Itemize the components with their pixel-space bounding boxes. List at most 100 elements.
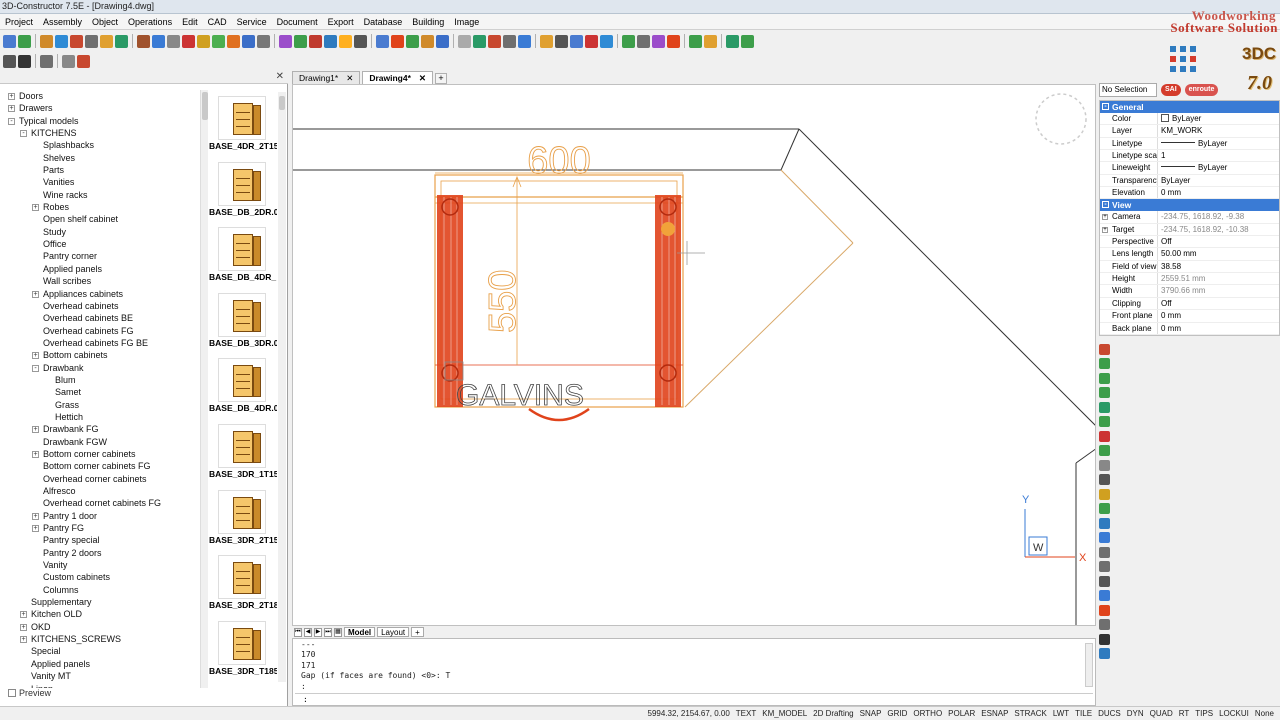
property-row[interactable]: Layer KM_WORK bbox=[1100, 125, 1279, 138]
tree-item[interactable]: - Drawbank bbox=[4, 362, 200, 374]
expand-icon[interactable]: + bbox=[20, 623, 27, 631]
layout-nav-button[interactable]: ⏮ bbox=[294, 627, 302, 637]
tool-button-icon[interactable] bbox=[540, 34, 553, 48]
property-row[interactable]: Color ByLayer bbox=[1100, 113, 1279, 126]
side-tool-icon[interactable] bbox=[1099, 517, 1110, 529]
preview-toggle[interactable]: Preview bbox=[8, 688, 51, 698]
command-input[interactable]: : bbox=[295, 693, 1093, 705]
side-tool-icon[interactable] bbox=[1099, 604, 1110, 616]
tool-button-icon[interactable] bbox=[242, 34, 255, 48]
side-tool-icon[interactable] bbox=[1099, 546, 1110, 558]
side-tool-icon[interactable] bbox=[1099, 619, 1110, 630]
status-toggle-rt[interactable]: RT bbox=[1179, 709, 1190, 718]
preview-checkbox[interactable] bbox=[8, 689, 16, 697]
status-toggle-lockui[interactable]: LOCKUI bbox=[1219, 709, 1249, 718]
viewcube-icon[interactable] bbox=[1035, 93, 1087, 145]
tree-item[interactable]: Applied panels bbox=[4, 658, 200, 670]
tool-button-icon[interactable] bbox=[488, 34, 501, 48]
tab-drawing4[interactable]: Drawing4* ✕ bbox=[362, 71, 434, 84]
tree-item[interactable]: - Typical models bbox=[4, 115, 200, 127]
tree-item[interactable]: + KITCHENS_SCREWS bbox=[4, 633, 200, 645]
expand-icon[interactable]: + bbox=[32, 204, 39, 212]
thumbnail-item[interactable]: BASE_3DR_T185 bbox=[208, 617, 278, 682]
tree-item[interactable]: Overhead cabinets FG bbox=[4, 325, 200, 337]
property-value[interactable]: ByLayer bbox=[1158, 113, 1279, 124]
expand-icon[interactable]: + bbox=[32, 512, 39, 520]
property-category[interactable]: - General bbox=[1100, 101, 1279, 113]
tool-button-icon[interactable] bbox=[622, 34, 635, 48]
menu-item-image[interactable]: Image bbox=[449, 17, 484, 27]
tool-button-icon[interactable] bbox=[406, 34, 419, 48]
tool-button-icon[interactable] bbox=[55, 34, 68, 48]
thumb-scroll-thumb[interactable] bbox=[279, 96, 285, 110]
tree-item[interactable]: Columns bbox=[4, 584, 200, 596]
property-row[interactable]: Height 2559.51 mm bbox=[1100, 273, 1279, 286]
property-row[interactable]: Clipping Off bbox=[1100, 297, 1279, 311]
property-value[interactable]: 38.58 bbox=[1158, 261, 1279, 272]
status-toggle-2d-drafting[interactable]: 2D Drafting bbox=[813, 709, 853, 718]
tool-button-icon[interactable] bbox=[600, 34, 613, 48]
tree-item[interactable]: Drawbank FGW bbox=[4, 436, 200, 448]
tool-button-icon[interactable] bbox=[689, 34, 702, 48]
tree-item[interactable]: Applied panels bbox=[4, 263, 200, 275]
tool-button-icon[interactable] bbox=[18, 34, 31, 48]
expand-icon[interactable]: + bbox=[8, 105, 15, 113]
side-tool-icon[interactable] bbox=[1099, 401, 1110, 413]
property-value[interactable]: ByLayer bbox=[1158, 138, 1279, 149]
tool-button-icon[interactable] bbox=[391, 34, 404, 48]
tool-button-icon[interactable] bbox=[376, 34, 389, 48]
expand-icon[interactable]: + bbox=[1102, 226, 1108, 233]
tree-item[interactable]: Vanity bbox=[4, 559, 200, 571]
tree-scrollbar[interactable] bbox=[200, 90, 208, 688]
collapse-icon[interactable]: - bbox=[20, 130, 27, 138]
tool-button-icon[interactable] bbox=[324, 34, 337, 48]
menu-item-service[interactable]: Service bbox=[232, 17, 272, 27]
thumbnail-item[interactable]: BASE_3DR_2T15 bbox=[208, 486, 278, 552]
close-icon[interactable]: ✕ bbox=[276, 71, 284, 82]
property-value[interactable]: 0 mm bbox=[1158, 187, 1279, 198]
menu-item-edit[interactable]: Edit bbox=[177, 17, 203, 27]
close-icon[interactable]: ✕ bbox=[419, 72, 426, 84]
tree-item[interactable]: Overhead cornet cabinets FG bbox=[4, 497, 200, 509]
side-tool-icon[interactable] bbox=[1099, 648, 1110, 659]
tool-button-icon[interactable] bbox=[339, 34, 352, 48]
tool-button-icon[interactable] bbox=[40, 54, 53, 68]
status-toggle-km_model[interactable]: KM_MODEL bbox=[762, 709, 807, 718]
property-value[interactable]: 0 mm bbox=[1158, 310, 1279, 321]
tree-item[interactable]: Grass bbox=[4, 399, 200, 411]
expand-icon[interactable]: + bbox=[20, 636, 27, 644]
tool-button-icon[interactable] bbox=[85, 34, 98, 48]
drawing-canvas[interactable]: 600 550 GALVINS Y W X bbox=[292, 84, 1096, 626]
status-toggle-ortho[interactable]: ORTHO bbox=[913, 709, 942, 718]
tool-button-icon[interactable] bbox=[257, 34, 270, 48]
tool-button-icon[interactable] bbox=[570, 34, 583, 48]
tool-button-icon[interactable] bbox=[473, 34, 486, 48]
tree-item[interactable]: Custom cabinets bbox=[4, 571, 200, 583]
command-window[interactable]: --- 170 171 Gap (if faces are found) <0>: T… bbox=[292, 638, 1096, 706]
side-tool-icon[interactable] bbox=[1099, 561, 1110, 572]
menu-item-object[interactable]: Object bbox=[87, 17, 123, 27]
property-row[interactable]: Linetype scale1 bbox=[1100, 150, 1279, 163]
tool-button-icon[interactable] bbox=[137, 34, 150, 48]
status-toggle-dyn[interactable]: DYN bbox=[1127, 709, 1144, 718]
property-value[interactable]: Off bbox=[1158, 298, 1279, 309]
tree-item[interactable]: Overhead cabinets FG BE bbox=[4, 337, 200, 349]
expand-icon[interactable]: + bbox=[32, 450, 39, 458]
drawing-svg[interactable]: 600 550 GALVINS Y W X bbox=[293, 85, 1096, 626]
tree-item[interactable]: Samet bbox=[4, 386, 200, 398]
thumbnail-item[interactable]: BASE_DB_4DR.0 bbox=[208, 354, 278, 420]
tool-button-icon[interactable] bbox=[100, 34, 113, 48]
expand-icon[interactable]: + bbox=[20, 611, 27, 619]
menu-item-document[interactable]: Document bbox=[272, 17, 323, 27]
tree-item[interactable]: Vanity MT bbox=[4, 670, 200, 682]
tree-item[interactable]: Blum bbox=[4, 374, 200, 386]
property-row[interactable]: Linetype ByLayer bbox=[1100, 137, 1279, 151]
tool-button-icon[interactable] bbox=[227, 34, 240, 48]
property-row[interactable]: Perspective Off bbox=[1100, 236, 1279, 249]
status-toggle-snap[interactable]: SNAP bbox=[860, 709, 882, 718]
layout-tab-layout[interactable]: Layout bbox=[377, 627, 410, 637]
property-row[interactable]: Field of view 38.58 bbox=[1100, 260, 1279, 274]
property-row[interactable]: + Target -234.75, 1618.92, -10.38 bbox=[1100, 223, 1279, 237]
property-value[interactable]: ByLayer bbox=[1158, 175, 1279, 186]
property-row[interactable]: Width 3790.66 mm bbox=[1100, 285, 1279, 298]
